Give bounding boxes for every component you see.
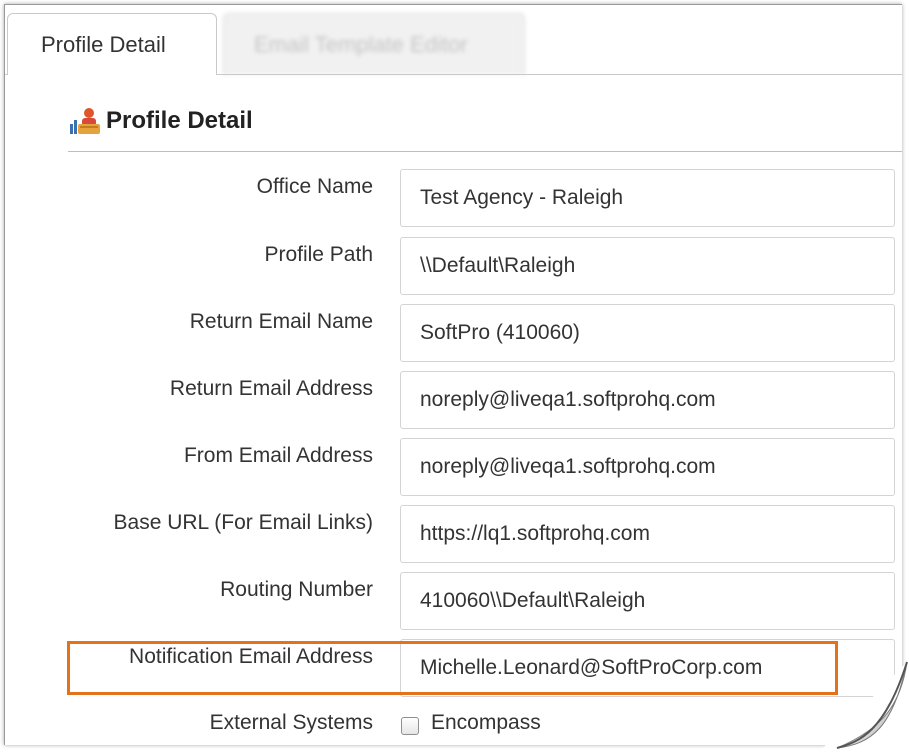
- return-email-name-field[interactable]: SoftPro (410060): [400, 304, 895, 362]
- office-name-label: Office Name: [256, 175, 373, 198]
- routing-number-label: Routing Number: [220, 578, 373, 601]
- encompass-label[interactable]: Encompass: [431, 711, 541, 735]
- field-row-from-email-address: From Email Address noreply@liveqa1.softp…: [5, 438, 902, 496]
- return-email-name-label: Return Email Name: [189, 310, 373, 333]
- from-email-address-label: From Email Address: [183, 444, 373, 467]
- base-url-field[interactable]: https://lq1.softprohq.com: [400, 505, 895, 563]
- section-heading: Profile Detail: [68, 101, 253, 141]
- return-email-address-field[interactable]: noreply@liveqa1.softprohq.com: [400, 371, 895, 429]
- field-row-profile-path: Profile Path \\Default\Raleigh: [5, 237, 902, 295]
- field-row-return-email-address: Return Email Address noreply@liveqa1.sof…: [5, 371, 902, 429]
- field-row-office-name: Office Name Test Agency - Raleigh: [5, 169, 902, 227]
- from-email-address-field[interactable]: noreply@liveqa1.softprohq.com: [400, 438, 895, 496]
- return-email-address-label: Return Email Address: [169, 377, 373, 400]
- section-divider: [68, 151, 902, 152]
- section-title: Profile Detail: [106, 107, 253, 134]
- external-systems-row: External Systems Encompass: [5, 707, 902, 745]
- field-row-base-url: Base URL (For Email Links) https://lq1.s…: [5, 505, 902, 563]
- field-row-return-email-name: Return Email Name SoftPro (410060): [5, 304, 902, 362]
- field-row-notification-email: Notification Email Address Michelle.Leon…: [5, 639, 902, 697]
- encompass-checkbox[interactable]: [401, 717, 419, 735]
- notification-email-field[interactable]: Michelle.Leonard@SoftProCorp.com: [400, 639, 895, 697]
- window-frame: Profile Detail Email Template Editor Pro…: [4, 4, 902, 745]
- tab-profile-detail[interactable]: Profile Detail: [7, 13, 217, 75]
- notification-email-label: Notification Email Address: [129, 645, 373, 668]
- tab-email-template-editor[interactable]: Email Template Editor: [223, 13, 525, 75]
- profile-detail-panel: Profile Detail Office Name Test Agency -…: [5, 75, 902, 745]
- profile-icon: [70, 108, 100, 134]
- external-systems-label: External Systems: [209, 711, 373, 734]
- base-url-label: Base URL (For Email Links): [113, 511, 373, 534]
- profile-path-field[interactable]: \\Default\Raleigh: [400, 237, 895, 295]
- office-name-field[interactable]: Test Agency - Raleigh: [400, 169, 895, 227]
- field-row-routing-number: Routing Number 410060\\Default\Raleigh: [5, 572, 902, 630]
- profile-path-label: Profile Path: [264, 243, 373, 266]
- routing-number-field[interactable]: 410060\\Default\Raleigh: [400, 572, 895, 630]
- tab-bar: Profile Detail Email Template Editor: [5, 5, 902, 77]
